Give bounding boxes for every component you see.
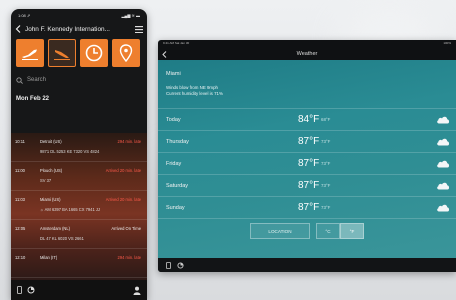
forecast-row: Friday 87°F 73°F — [158, 152, 456, 175]
phone-icon[interactable] — [17, 286, 22, 294]
phone-status-bar: 1:08 ⇗ ▂▄▆ ≋ ▬ — [11, 9, 147, 21]
location-button[interactable]: LOCATION — [250, 223, 310, 239]
arrivals-icon — [54, 50, 70, 60]
forecast-high: 87°F — [298, 180, 320, 191]
location-pin-icon — [119, 44, 133, 62]
phone-screenshot: 1:08 ⇗ ▂▄▆ ≋ ▬ John F. Kennedy Internati… — [11, 9, 147, 300]
flight-codes: DL 47 KL 6020 VS 2661 — [40, 236, 84, 241]
tablet-bottom-bar — [158, 258, 456, 272]
location-tile[interactable] — [112, 39, 140, 67]
phone-bottom-bar — [11, 280, 147, 300]
chevron-left-icon[interactable] — [15, 25, 21, 33]
search-placeholder: Search — [27, 77, 47, 83]
forecast-divider — [158, 218, 456, 219]
search-icon — [16, 76, 23, 84]
forecast-row: Today 84°F 68°F — [158, 108, 456, 131]
unit-toggle: °C °F — [316, 223, 364, 239]
flight-time: 10:11 — [15, 139, 25, 144]
forecast-day: Sunday — [166, 205, 185, 211]
forecast-low: 68°F — [321, 117, 331, 122]
fahrenheit-button[interactable]: °F — [340, 223, 364, 239]
weather-controls: LOCATION °C °F — [250, 223, 364, 239]
phone-status-icons: ▂▄▆ ≋ ▬ — [121, 12, 140, 18]
refresh-icon[interactable] — [27, 286, 35, 294]
flight-time: 12:05 — [15, 226, 26, 231]
celsius-button[interactable]: °C — [316, 223, 340, 239]
forecast-day: Saturday — [166, 183, 189, 189]
forecast-low: 73°F — [321, 183, 331, 188]
refresh-icon[interactable] — [177, 261, 184, 269]
flight-codes: SV 37 — [40, 178, 52, 183]
forecast-high: 84°F — [298, 114, 320, 125]
cloud-icon — [437, 138, 450, 146]
flight-codes: ☼ AM 6397 BA 1665 CX 7941 JJ — [40, 207, 100, 212]
forecast-low: 73°F — [321, 139, 331, 144]
flight-time: 11:00 — [15, 168, 25, 173]
airport-title: John F. Kennedy Internation... — [25, 25, 110, 33]
clock-tile[interactable] — [80, 39, 108, 67]
weather-description: Winds blow from NE 9mph Current humidity… — [166, 85, 223, 97]
clock-icon — [85, 44, 103, 62]
date-header: Mon Feb 22 — [16, 96, 50, 102]
flight-destination: Amsterdam (NL) — [40, 226, 71, 231]
flight-row[interactable]: 12:05 Amsterdam (NL) Arrived On Time DL … — [11, 220, 147, 249]
user-icon[interactable] — [133, 286, 141, 295]
forecast-day: Thursday — [166, 139, 189, 145]
flight-status: 294 min. late — [117, 255, 141, 260]
forecast-row: Saturday 87°F 73°F — [158, 174, 456, 197]
flight-destination: Miami (US) — [40, 197, 61, 202]
forecast-low: 73°F — [321, 205, 331, 210]
phone-icon[interactable] — [166, 261, 171, 269]
phone-nav-bar: John F. Kennedy Internation... — [11, 21, 147, 37]
cloud-icon — [437, 116, 450, 124]
flight-row[interactable]: 11:03 Miami (US) Arrived 20 min. late ☼ … — [11, 191, 147, 220]
arrivals-tile[interactable] — [48, 39, 76, 67]
search-bar[interactable]: Search — [16, 74, 142, 86]
forecast-low: 73°F — [321, 161, 331, 166]
forecast-row: Thursday 87°F 73°F — [158, 130, 456, 153]
city-name: Miami — [166, 71, 181, 77]
mode-tiles — [11, 37, 147, 67]
weather-title: Weather — [296, 51, 318, 57]
humidity-text: Current humidity level is 71% — [166, 91, 223, 96]
flight-destination: Detroit (US) — [40, 139, 62, 144]
flight-row[interactable]: 12:10 Milan (IT) 294 min. late — [11, 249, 147, 278]
flight-time: 11:03 — [15, 197, 25, 202]
forecast-high: 87°F — [298, 158, 320, 169]
flight-row[interactable]: 11:00 Plouch (US) Arrived 20 min. late S… — [11, 162, 147, 191]
flight-destination: Plouch (US) — [40, 168, 63, 173]
cloud-icon — [437, 204, 450, 212]
flight-status: 294 min. late — [117, 139, 141, 144]
forecast-day: Today — [166, 117, 181, 123]
flight-status: Arrived 20 min. late — [105, 168, 141, 173]
forecast-row: Sunday 87°F 73°F — [158, 196, 456, 219]
cloud-icon — [437, 182, 450, 190]
flight-time: 12:10 — [15, 255, 26, 260]
flight-list: 10:11 Detroit (US) 294 min. late 9871 DL… — [11, 133, 147, 280]
tablet-nav-bar: Weather — [158, 47, 456, 61]
departures-icon — [22, 49, 38, 60]
flight-row[interactable]: 10:11 Detroit (US) 294 min. late 9871 DL… — [11, 133, 147, 162]
tablet-status-bar: 9:41 AM Sat Jan 30 100% — [158, 40, 456, 47]
forecast-high: 87°F — [298, 202, 320, 213]
tablet-screenshot: 9:41 AM Sat Jan 30 100% Weather Miami Wi… — [158, 40, 456, 272]
departures-tile[interactable] — [16, 39, 44, 67]
phone-status-time: 1:08 ⇗ — [18, 12, 31, 18]
forecast-day: Friday — [166, 161, 182, 167]
flight-status: Arrived On Time — [111, 226, 141, 231]
flight-destination: Milan (IT) — [40, 255, 58, 260]
cloud-icon — [437, 160, 450, 168]
forecast-high: 87°F — [298, 136, 320, 147]
menu-icon[interactable] — [135, 25, 143, 33]
flight-status: Arrived 20 min. late — [105, 197, 141, 202]
flight-codes: 9871 DL 5253 KE 7320 VS 4824 — [40, 149, 100, 154]
